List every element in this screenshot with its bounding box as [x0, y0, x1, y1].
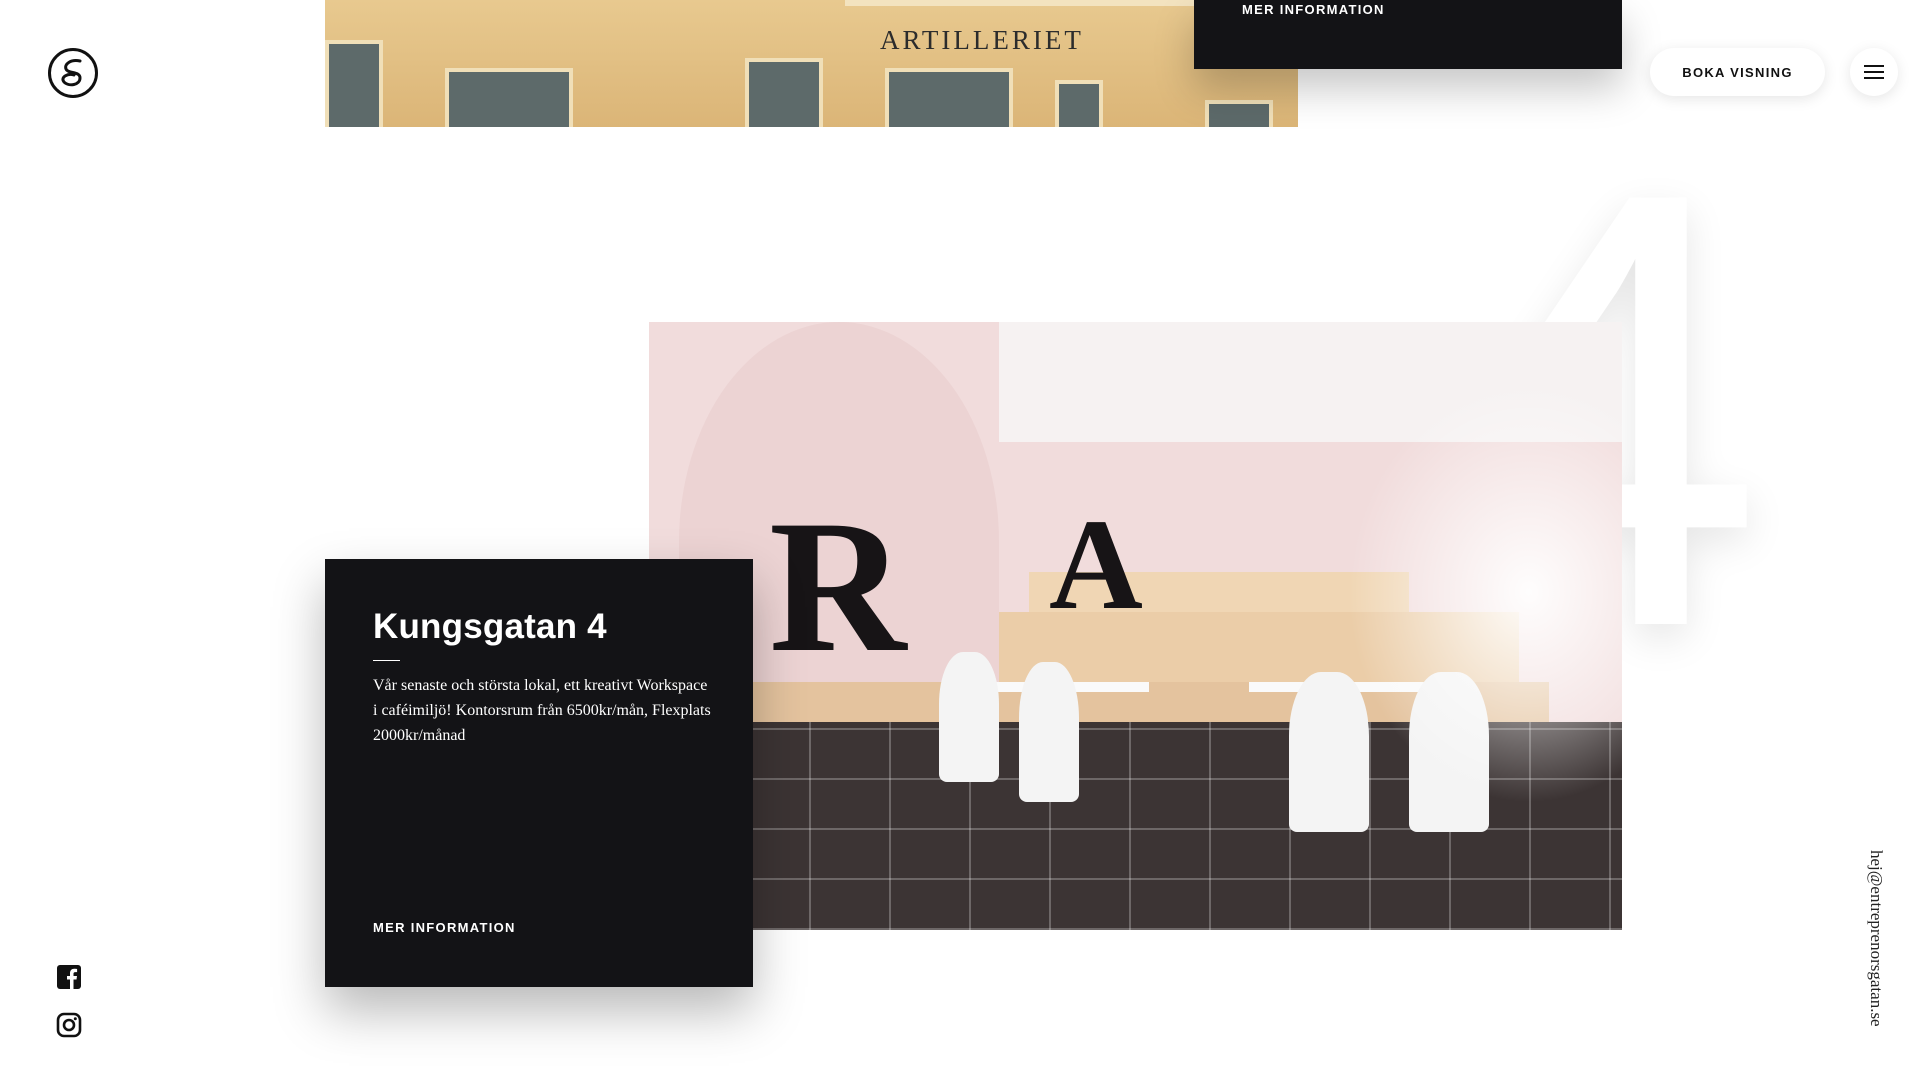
instagram-icon[interactable] — [56, 1012, 82, 1038]
photo-chair — [1289, 672, 1369, 832]
previous-location-card: MER INFORMATION — [1194, 0, 1622, 69]
book-viewing-button[interactable]: BOKA VISNING — [1650, 48, 1825, 96]
location-description: Vår senaste och största lokal, ett kreat… — [373, 677, 711, 744]
building-window — [325, 40, 383, 127]
hamburger-menu-icon — [1864, 65, 1884, 79]
photo-letter: A — [1049, 493, 1143, 637]
building-window — [885, 68, 1013, 127]
photo-chair — [1019, 662, 1079, 802]
location-card: Kungsgatan 4 Vår senaste och största lok… — [325, 559, 753, 987]
building-window — [445, 68, 573, 127]
location-title: Kungsgatan 4 — [373, 607, 607, 646]
building-window — [1055, 80, 1103, 127]
previous-more-information-link[interactable]: MER INFORMATION — [1242, 2, 1385, 17]
photo-chair — [939, 652, 999, 782]
photo-letter: R — [769, 482, 907, 692]
previous-photo-sign: ARTILLERIET — [880, 25, 1084, 55]
previous-location-photo[interactable] — [325, 0, 1298, 127]
logo-icon[interactable] — [47, 47, 99, 99]
facebook-icon[interactable] — [56, 964, 82, 990]
menu-button[interactable] — [1850, 48, 1898, 96]
building-window — [745, 58, 823, 127]
location-photo[interactable]: R A — [649, 322, 1622, 930]
contact-email-link[interactable]: hej@entreprenorsgatan.se — [1866, 850, 1886, 1027]
building-window — [1205, 100, 1273, 127]
more-information-link[interactable]: MER INFORMATION — [373, 920, 516, 935]
title-divider — [373, 660, 400, 661]
